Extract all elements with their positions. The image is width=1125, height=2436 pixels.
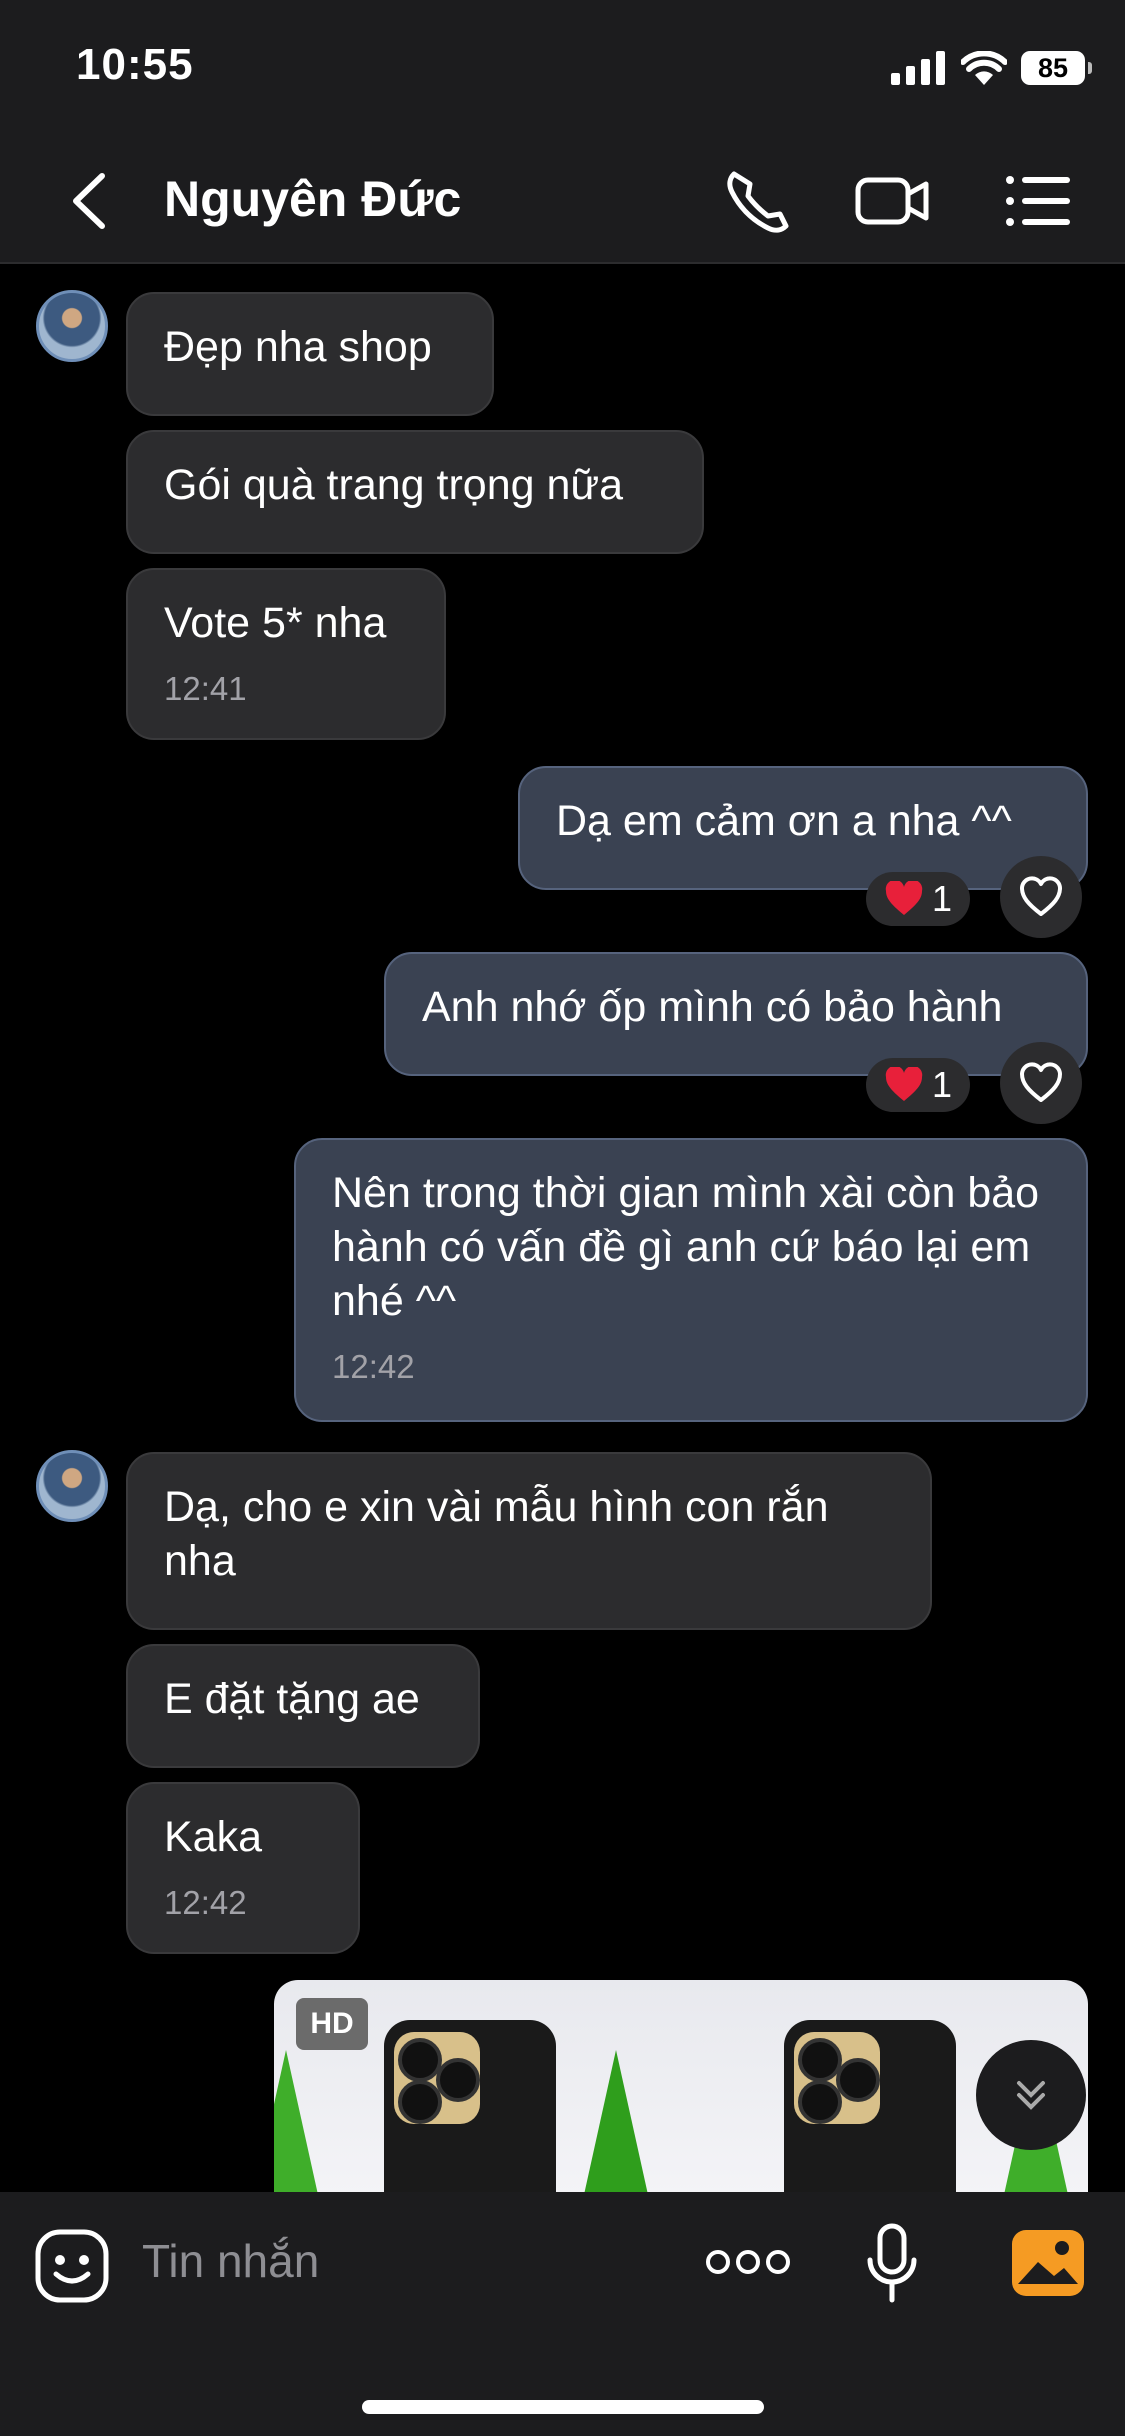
scroll-to-bottom-button[interactable] (976, 2040, 1086, 2150)
emoji-sticker-icon[interactable] (34, 2228, 110, 2304)
heart-outline-icon (1020, 876, 1062, 916)
message-text: Kaka (164, 1813, 263, 1861)
status-time: 10:55 (76, 40, 194, 89)
camera-module (794, 2032, 880, 2124)
message-input[interactable]: Tin nhắn (142, 2234, 319, 2288)
message-input-bar: Tin nhắn (0, 2192, 1125, 2436)
heart-outline-icon (1020, 1062, 1062, 1102)
incoming-message[interactable]: E đặt tặng ae (126, 1644, 480, 1768)
contact-name[interactable]: Nguyên Đức (164, 170, 461, 228)
message-text: Dạ, cho e xin vài mẫu hình con rắn nha (164, 1483, 829, 1585)
message-text: E đặt tặng ae (164, 1675, 420, 1723)
incoming-message[interactable]: Gói quà trang trọng nữa (126, 430, 704, 554)
more-options-icon[interactable] (706, 2242, 790, 2282)
home-indicator (362, 2400, 764, 2414)
battery-level: 85 (1037, 52, 1069, 83)
reaction-count: 1 (931, 1064, 953, 1105)
plant-decoration (574, 2050, 658, 2192)
message-text: Đẹp nha shop (164, 323, 432, 371)
double-chevron-down-icon (1017, 2081, 1045, 2110)
message-text: Gói quà trang trọng nữa (164, 461, 624, 509)
message-text: Nên trong thời gian mình xài còn bảo hàn… (332, 1169, 1040, 1325)
reaction-badge[interactable]: 1 (866, 1058, 970, 1112)
photo-message[interactable]: HD (274, 1980, 1088, 2192)
plant-decoration (274, 2050, 328, 2192)
incoming-message[interactable]: Dạ, cho e xin vài mẫu hình con rắn nha (126, 1452, 932, 1630)
back-chevron-icon[interactable] (60, 168, 120, 234)
status-icons: 85 (891, 46, 1092, 90)
message-time: 12:41 (164, 670, 247, 707)
react-heart-button[interactable] (1000, 1042, 1082, 1124)
message-time: 12:42 (332, 1348, 415, 1385)
wifi-icon (961, 51, 1007, 85)
phone-call-icon[interactable] (720, 164, 800, 238)
message-text: Anh nhớ ốp mình có bảo hành (422, 983, 1003, 1031)
reaction-count: 1 (931, 878, 953, 919)
camera-module (394, 2032, 480, 2124)
outgoing-message[interactable]: Nên trong thời gian mình xài còn bảo hàn… (294, 1138, 1088, 1422)
message-list[interactable]: Đẹp nha shop Gói quà trang trọng nữa Vot… (0, 264, 1125, 2192)
video-call-icon[interactable] (852, 164, 932, 238)
chat-header: Nguyên Đức (0, 140, 1125, 264)
message-text: Dạ em cảm ơn a nha ^^ (556, 797, 1012, 845)
photo-gallery-icon[interactable] (1010, 2228, 1086, 2298)
microphone-icon[interactable] (862, 2222, 922, 2306)
incoming-message[interactable]: Đẹp nha shop (126, 292, 494, 416)
reaction-badge[interactable]: 1 (866, 872, 970, 926)
react-heart-button[interactable] (1000, 856, 1082, 938)
phone-case-image (384, 2020, 556, 2192)
menu-list-icon[interactable] (996, 164, 1076, 238)
contact-avatar[interactable] (36, 290, 108, 362)
outgoing-message[interactable]: Dạ em cảm ơn a nha ^^ (518, 766, 1088, 890)
incoming-message[interactable]: Kaka 12:42 (126, 1782, 360, 1954)
message-time: 12:42 (164, 1884, 247, 1921)
hd-badge: HD (296, 1998, 368, 2050)
outgoing-message[interactable]: Anh nhớ ốp mình có bảo hành (384, 952, 1088, 1076)
contact-avatar[interactable] (36, 1450, 108, 1522)
phone-case-image (784, 2020, 956, 2192)
status-bar: 10:55 85 (0, 0, 1125, 140)
signal-icon (891, 51, 945, 85)
message-text: Vote 5* nha (164, 599, 387, 647)
incoming-message[interactable]: Vote 5* nha 12:41 (126, 568, 446, 740)
red-heart-icon (885, 881, 923, 915)
red-heart-icon (885, 1067, 923, 1101)
battery-icon: 85 (1021, 51, 1092, 85)
